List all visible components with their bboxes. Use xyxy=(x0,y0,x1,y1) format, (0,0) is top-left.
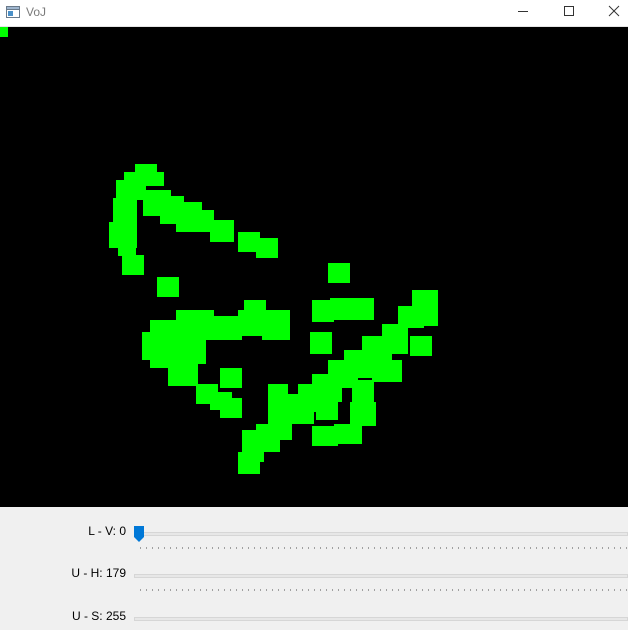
maximize-icon xyxy=(564,6,574,16)
trackbar-label-uh: U - H: 179 xyxy=(71,566,126,580)
trackbar-label-lv: L - V: 0 xyxy=(88,524,126,538)
trackbar-ticks-uh xyxy=(140,589,628,591)
trackbar-label-us: U - S: 255 xyxy=(71,609,126,623)
trackbar-us[interactable] xyxy=(134,617,628,621)
mask-image xyxy=(0,27,438,474)
trackbar-thumb-lv[interactable] xyxy=(134,526,144,542)
mask-blobs xyxy=(0,27,438,474)
trackbar-uh[interactable] xyxy=(134,574,628,578)
maximize-button[interactable] xyxy=(546,0,592,22)
image-view xyxy=(0,27,628,507)
trackbar-ticks-lv xyxy=(140,547,628,549)
minimize-button[interactable] xyxy=(500,0,546,22)
minimize-icon xyxy=(518,11,528,12)
title-bar: VoJ xyxy=(0,0,628,27)
window-app-icon xyxy=(6,6,20,18)
window-title: VoJ xyxy=(26,5,47,19)
close-button[interactable] xyxy=(591,0,628,22)
trackbar-panel: L - V: 0 U - H: 179 U - S: 255 xyxy=(0,507,628,630)
close-icon xyxy=(608,5,620,17)
trackbar-lv[interactable] xyxy=(134,532,628,536)
